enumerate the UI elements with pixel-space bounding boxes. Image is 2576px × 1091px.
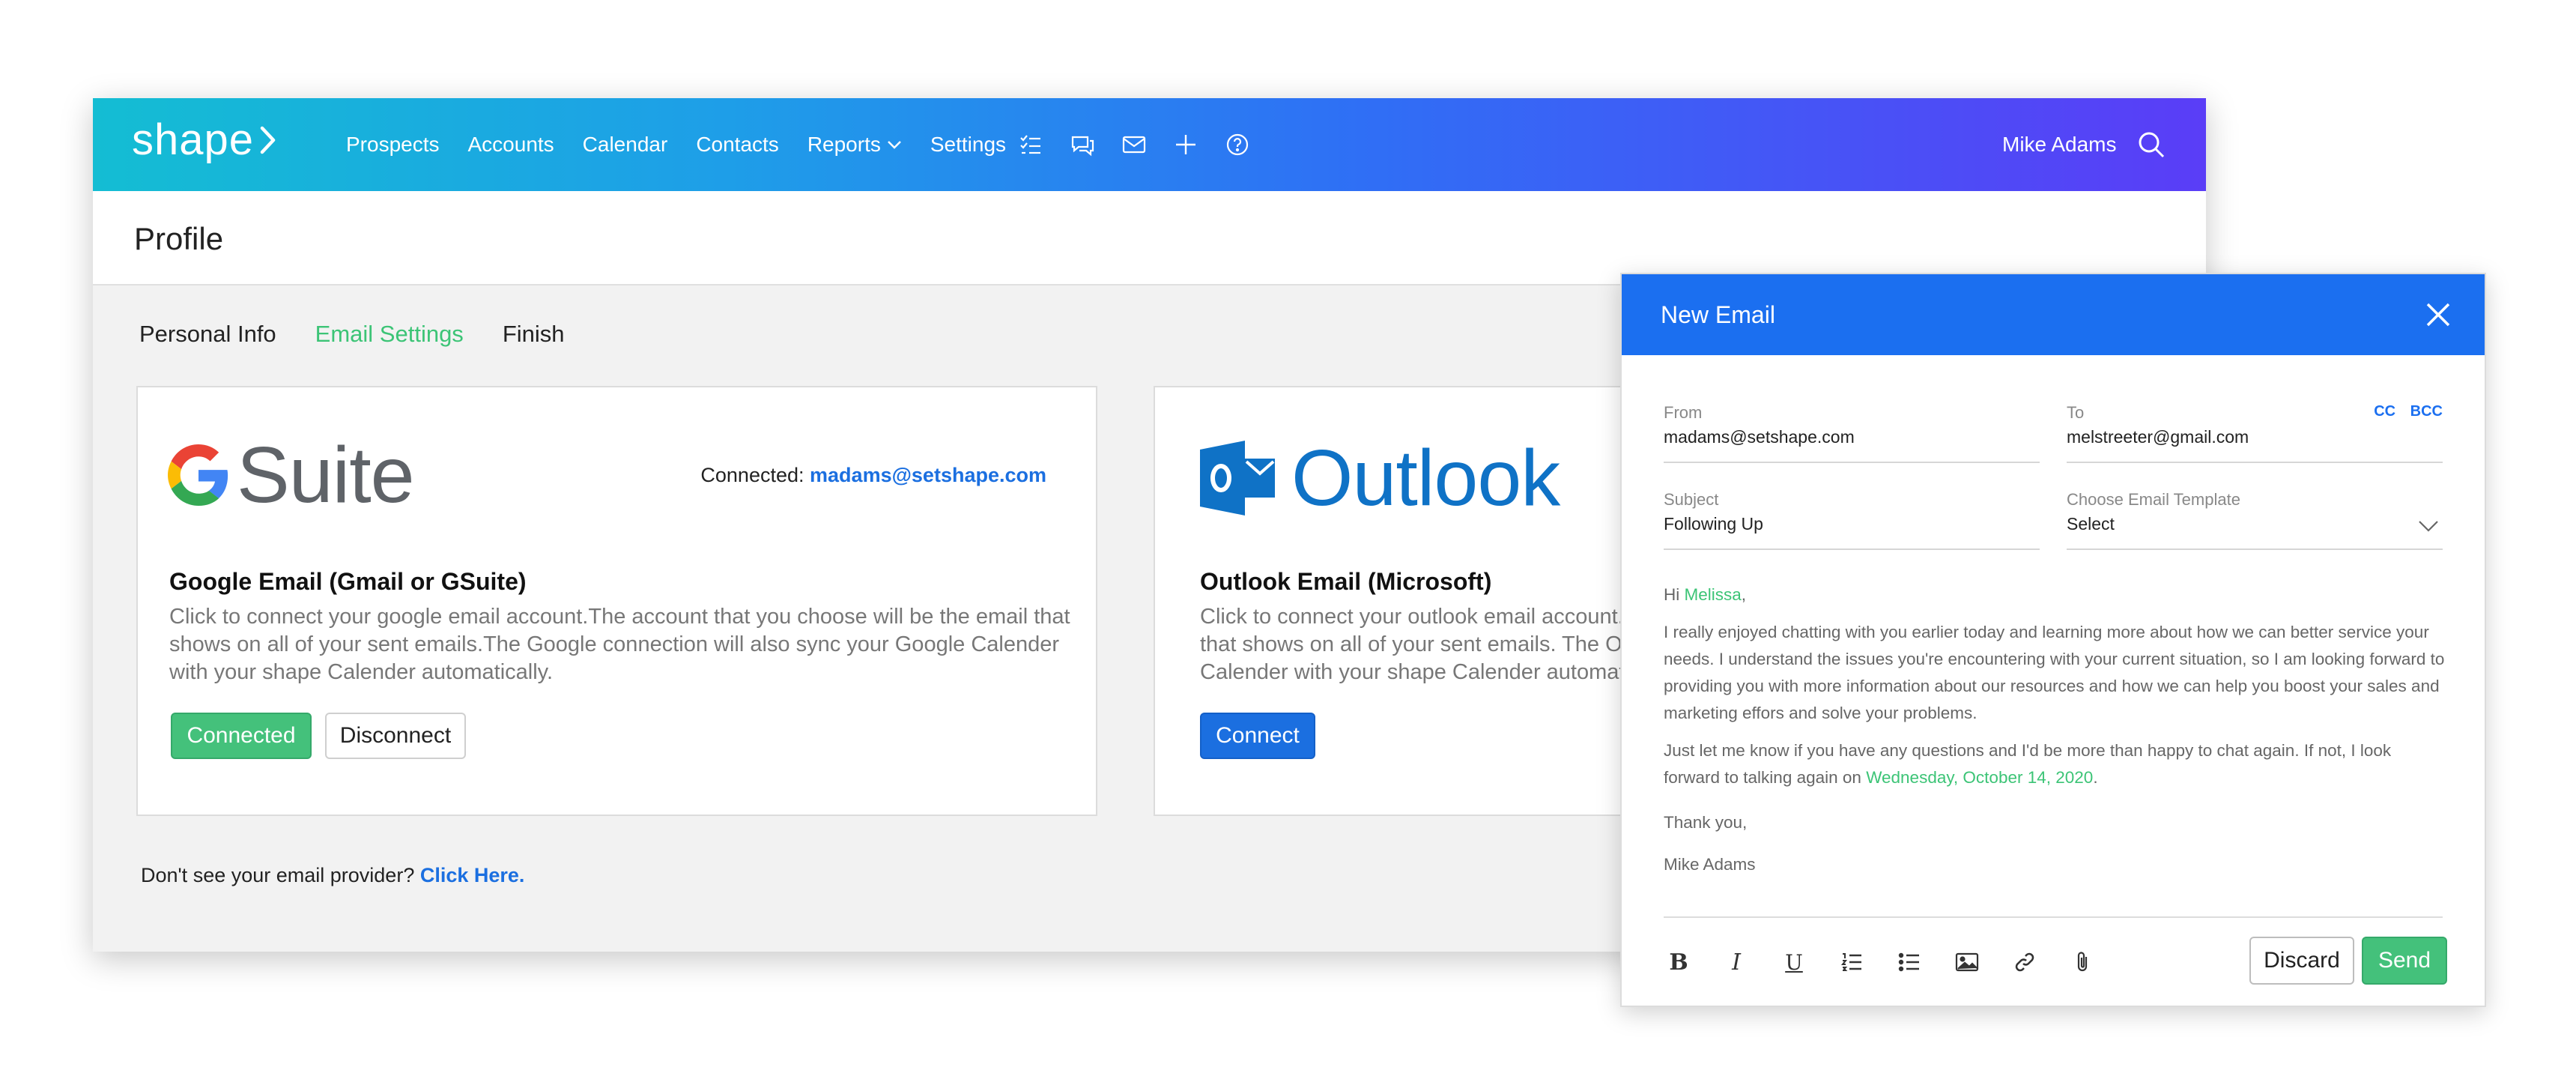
email-paragraph-2: Just let me know if you have any questio… (1664, 737, 2450, 791)
email-body[interactable]: Hi Melissa, I really enjoyed chatting wi… (1664, 581, 2450, 889)
email-paragraph-1: I really enjoyed chatting with you earli… (1664, 623, 2445, 722)
nav-link-settings[interactable]: Settings (930, 133, 1006, 157)
italic-icon[interactable]: I (1721, 947, 1751, 977)
subject-label: Subject (1664, 490, 1719, 509)
ordered-list-icon[interactable] (1837, 947, 1867, 977)
bullet-list-icon[interactable] (1894, 947, 1924, 977)
chevron-down-icon (2419, 521, 2438, 532)
image-icon[interactable] (1952, 947, 1982, 977)
nav-links: Prospects Accounts Calendar Contacts Rep… (346, 98, 1034, 191)
from-value: madams@setshape.com (1664, 427, 1855, 447)
top-navbar: shape Prospects Accounts Calendar Contac… (93, 98, 2206, 191)
email-greeting: Hi Melissa, (1664, 581, 2450, 608)
email-provider-note: Don't see your email provider? Click Her… (141, 864, 524, 887)
click-here-link[interactable]: Click Here. (420, 864, 525, 886)
chat-icon[interactable] (1069, 131, 1096, 158)
chevron-down-icon (887, 141, 901, 149)
disconnect-button[interactable]: Disconnect (325, 713, 466, 759)
google-g-icon (168, 444, 228, 506)
modal-header: New Email (1622, 274, 2485, 355)
connected-email[interactable]: madams@setshape.com (810, 464, 1046, 486)
nav-link-contacts[interactable]: Contacts (696, 133, 779, 157)
template-label: Choose Email Template (2067, 490, 2240, 509)
plus-icon[interactable] (1172, 131, 1199, 158)
tab-email-settings[interactable]: Email Settings (315, 321, 464, 348)
divider (1664, 916, 2443, 918)
cc-bcc-links: CC BCC (2363, 403, 2443, 420)
gsuite-connected-status: Connected: madams@setshape.com (700, 464, 1046, 487)
outlook-logo: Outlook (1200, 438, 1560, 518)
chevron-right-icon (260, 126, 276, 154)
bcc-link[interactable]: BCC (2410, 403, 2443, 420)
tab-finish[interactable]: Finish (503, 321, 565, 348)
to-value: melstreeter@gmail.com (2067, 427, 2249, 447)
email-signoff: Thank you, (1664, 813, 1748, 832)
nav-link-reports[interactable]: Reports (807, 133, 902, 157)
profile-tabs: Personal Info Email Settings Finish (139, 321, 604, 348)
meeting-date: Wednesday, October 14, 2020 (1866, 768, 2094, 787)
cc-link[interactable]: CC (2374, 403, 2395, 420)
connect-button[interactable]: Connect (1200, 713, 1315, 759)
user-name[interactable]: Mike Adams (2002, 133, 2117, 157)
underline-icon[interactable]: U (1779, 947, 1809, 977)
gsuite-card: Suite Connected: madams@setshape.com Goo… (136, 386, 1097, 816)
greeting-word: Hi (1664, 585, 1680, 604)
email-signature: Mike Adams (1664, 855, 1756, 874)
gsuite-card-description: Click to connect your google email accou… (169, 605, 1070, 684)
subject-field[interactable]: Subject Following Up (1664, 490, 2040, 550)
outlook-card-title: Outlook Email (Microsoft) (1200, 568, 1492, 595)
modal-title: New Email (1661, 301, 1775, 328)
gsuite-card-title: Google Email (Gmail or GSuite) (169, 568, 527, 595)
from-field[interactable]: From madams@setshape.com (1664, 403, 2040, 463)
page-title: Profile (134, 221, 224, 256)
connected-button[interactable]: Connected (171, 713, 312, 759)
email-provider-prompt: Don't see your email provider? (141, 864, 415, 886)
template-value: Select (2067, 514, 2115, 534)
outlook-icon (1200, 441, 1275, 516)
email-template-select[interactable]: Choose Email Template Select (2067, 490, 2443, 550)
formatting-toolbar: B I U (1664, 947, 2125, 977)
new-email-modal: New Email From madams@setshape.com To me… (1620, 273, 2486, 1007)
help-icon[interactable] (1224, 131, 1251, 158)
recipient-name: Melissa (1684, 585, 1742, 604)
bold-icon[interactable]: B (1664, 947, 1694, 977)
send-button[interactable]: Send (2362, 937, 2447, 985)
to-field[interactable]: To melstreeter@gmail.com CC BCC (2067, 403, 2443, 463)
brand-name: shape (132, 115, 255, 164)
from-label: From (1664, 403, 1703, 422)
nav-link-prospects[interactable]: Prospects (346, 133, 440, 157)
subject-value: Following Up (1664, 514, 1763, 534)
connected-prefix: Connected: (700, 464, 804, 486)
attachment-icon[interactable] (2067, 947, 2097, 977)
page-header: Profile (93, 191, 2206, 285)
discard-button[interactable]: Discard (2249, 937, 2354, 985)
outlook-logo-text: Outlook (1291, 434, 1560, 522)
nav-link-calendar[interactable]: Calendar (583, 133, 668, 157)
greeting-punct: , (1741, 585, 1747, 604)
nav-link-reports-label: Reports (807, 133, 881, 156)
search-icon[interactable] (2136, 130, 2166, 160)
to-label: To (2067, 403, 2085, 422)
nav-link-accounts[interactable]: Accounts (468, 133, 554, 157)
link-icon[interactable] (2010, 947, 2040, 977)
close-icon[interactable] (2423, 300, 2453, 330)
gsuite-logo: Suite (168, 431, 415, 519)
tab-personal-info[interactable]: Personal Info (139, 321, 276, 348)
task-list-icon[interactable] (1017, 131, 1044, 158)
paragraph-2-end: . (2093, 768, 2098, 787)
brand-logo[interactable]: shape (132, 115, 276, 165)
gsuite-logo-text: Suite (237, 431, 415, 519)
mail-icon[interactable] (1121, 131, 1148, 158)
nav-icons (1017, 98, 1276, 191)
